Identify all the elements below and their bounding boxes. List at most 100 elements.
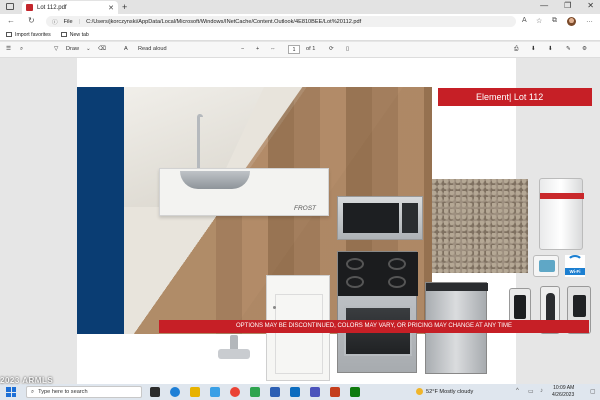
disclaimer-banner: OPTIONS MAY BE DISCONTINUED, COLORS MAY … bbox=[159, 320, 589, 333]
settings-icon[interactable]: ⚙ bbox=[582, 46, 587, 52]
pdf-page: FROST Wi-Fi Element| Lot 112 OPTIONS MAY… bbox=[77, 58, 592, 384]
tab-lot-112[interactable]: Lot 112.pdf ✕ bbox=[22, 1, 118, 14]
weather-text: 52°F Mostly cloudy bbox=[426, 388, 474, 395]
store-icon[interactable] bbox=[210, 387, 220, 397]
smart-lock-keypad bbox=[573, 295, 586, 317]
address-field[interactable]: ⓘ File | C:/Users/jkorczynski/AppData/Lo… bbox=[46, 16, 516, 27]
sink-color-label: FROST bbox=[294, 205, 317, 212]
favorite-new-tab[interactable]: New tab bbox=[60, 32, 89, 38]
carpet-swatch-image bbox=[432, 179, 528, 273]
profile-avatar[interactable] bbox=[567, 17, 576, 26]
tankless-water-heater-image bbox=[539, 178, 584, 250]
close-window-icon[interactable]: ✕ bbox=[587, 1, 594, 10]
watermark: 2023 ARMLS bbox=[0, 376, 54, 385]
taskbar-search[interactable]: ⌕ Type here to search bbox=[26, 386, 142, 398]
app-icon[interactable] bbox=[350, 387, 360, 397]
favorites-icon[interactable]: ☆ bbox=[536, 17, 542, 25]
pdf-viewer[interactable]: FROST Wi-Fi Element| Lot 112 OPTIONS MAY… bbox=[0, 58, 600, 384]
read-aloud-toolbar-icon[interactable]: A bbox=[522, 17, 527, 24]
url-text: C:/Users/jkorczynski/AppData/Local/Micro… bbox=[86, 18, 362, 25]
import-icon bbox=[6, 32, 12, 37]
read-aloud-icon[interactable]: A bbox=[124, 46, 128, 52]
word-icon[interactable] bbox=[270, 387, 280, 397]
close-tab-icon[interactable]: ✕ bbox=[108, 4, 114, 12]
refresh-icon[interactable]: ↻ bbox=[28, 16, 35, 25]
favorite-import-label: Import favorites bbox=[15, 31, 51, 38]
draw-icon[interactable]: ▽ bbox=[54, 46, 58, 52]
kitchen-faucet-image bbox=[197, 114, 203, 174]
pdf-toolbar: ☰ ⌕ ▽ Draw ⌄ ⌫ A Read aloud − + ⇔ 1 of 1… bbox=[0, 42, 600, 58]
powerpoint-icon[interactable] bbox=[330, 387, 340, 397]
rotate-icon[interactable]: ⟳ bbox=[329, 46, 334, 52]
cabinet-panel bbox=[275, 294, 323, 374]
new-tab-button[interactable]: + bbox=[122, 2, 127, 12]
taskbar: ⌕ Type here to search 52°F Mostly cloudy… bbox=[0, 384, 600, 400]
chrome-icon[interactable] bbox=[230, 387, 240, 397]
save-icon[interactable]: ⬇ bbox=[531, 46, 536, 52]
fit-page-icon[interactable]: ⇔ bbox=[270, 46, 276, 52]
thermostat-image bbox=[533, 255, 559, 277]
tray-chevron-icon[interactable]: ^ bbox=[516, 388, 519, 394]
wifi-label: Wi-Fi bbox=[565, 268, 585, 275]
heater-stripe bbox=[540, 193, 584, 199]
draw-label[interactable]: Draw bbox=[66, 46, 79, 52]
more-menu-icon[interactable]: … bbox=[586, 17, 593, 24]
wifi-arc bbox=[567, 255, 583, 269]
draw-options-icon[interactable]: ⌄ bbox=[86, 46, 91, 52]
bath-faucet-image bbox=[212, 333, 256, 363]
favorite-import[interactable]: Import favorites bbox=[6, 32, 51, 38]
weather-widget[interactable]: 52°F Mostly cloudy bbox=[416, 388, 473, 395]
microwave-image bbox=[337, 196, 423, 240]
burner bbox=[346, 276, 364, 288]
zoom-out-icon[interactable]: − bbox=[241, 46, 244, 52]
tab-bar: Lot 112.pdf ✕ + — ❐ ✕ bbox=[0, 0, 600, 14]
favorites-bar: Import favorites New tab bbox=[0, 29, 600, 41]
collections-icon[interactable]: ⧉ bbox=[552, 17, 557, 25]
page-number-input[interactable]: 1 bbox=[288, 45, 300, 54]
zoom-in-icon[interactable]: + bbox=[256, 46, 259, 52]
clock[interactable]: 10:09 AM 4/26/2023 bbox=[552, 385, 574, 399]
burner bbox=[388, 258, 406, 270]
microwave-keypad bbox=[402, 203, 418, 233]
navy-accent-bar bbox=[77, 87, 124, 334]
excel-icon[interactable] bbox=[250, 387, 260, 397]
restore-icon[interactable]: ❐ bbox=[564, 1, 571, 10]
clock-time: 10:09 AM bbox=[553, 385, 575, 391]
file-explorer-icon[interactable] bbox=[190, 387, 200, 397]
teams-icon[interactable] bbox=[310, 387, 320, 397]
minimize-icon[interactable]: — bbox=[540, 1, 548, 10]
contents-icon[interactable]: ☰ bbox=[6, 46, 11, 52]
header-banner: Element| Lot 112 bbox=[438, 88, 592, 106]
thermostat-screen bbox=[539, 260, 555, 272]
range-cooktop bbox=[338, 252, 418, 296]
bath-faucet-base bbox=[218, 349, 250, 359]
start-button[interactable] bbox=[6, 387, 16, 397]
outlook-icon[interactable] bbox=[290, 387, 300, 397]
smart-panel-screen bbox=[514, 295, 526, 319]
network-icon[interactable]: ▭ bbox=[528, 388, 534, 395]
eraser-icon[interactable]: ⌫ bbox=[98, 46, 106, 52]
cabinet-knob bbox=[273, 306, 276, 309]
edge-icon[interactable] bbox=[170, 387, 180, 397]
save-as-icon[interactable]: ⬇ bbox=[548, 46, 553, 52]
page-icon bbox=[60, 32, 67, 37]
search-icon: ⌕ bbox=[31, 388, 35, 395]
page-total: of 1 bbox=[306, 46, 316, 52]
notifications-icon[interactable]: ▢ bbox=[590, 388, 596, 395]
task-view-icon[interactable] bbox=[150, 387, 160, 397]
window-controls: — ❐ ✕ bbox=[540, 1, 594, 10]
pdf-icon bbox=[26, 4, 33, 11]
back-icon[interactable]: ← bbox=[7, 16, 15, 25]
pin-icon[interactable]: ✎ bbox=[566, 46, 571, 52]
read-aloud-label[interactable]: Read aloud bbox=[138, 46, 167, 52]
weather-icon bbox=[416, 388, 423, 395]
wifi-icon: Wi-Fi bbox=[565, 255, 585, 277]
volume-icon[interactable]: ♪ bbox=[540, 388, 543, 394]
tab-actions-icon[interactable] bbox=[6, 3, 14, 10]
print-icon[interactable]: ⎙ bbox=[514, 46, 518, 53]
find-icon[interactable]: ⌕ bbox=[20, 46, 23, 53]
page-view-icon[interactable]: ▯ bbox=[346, 46, 349, 52]
burner bbox=[388, 276, 406, 288]
search-placeholder: Type here to search bbox=[38, 389, 88, 395]
info-icon[interactable]: ⓘ bbox=[52, 18, 58, 26]
